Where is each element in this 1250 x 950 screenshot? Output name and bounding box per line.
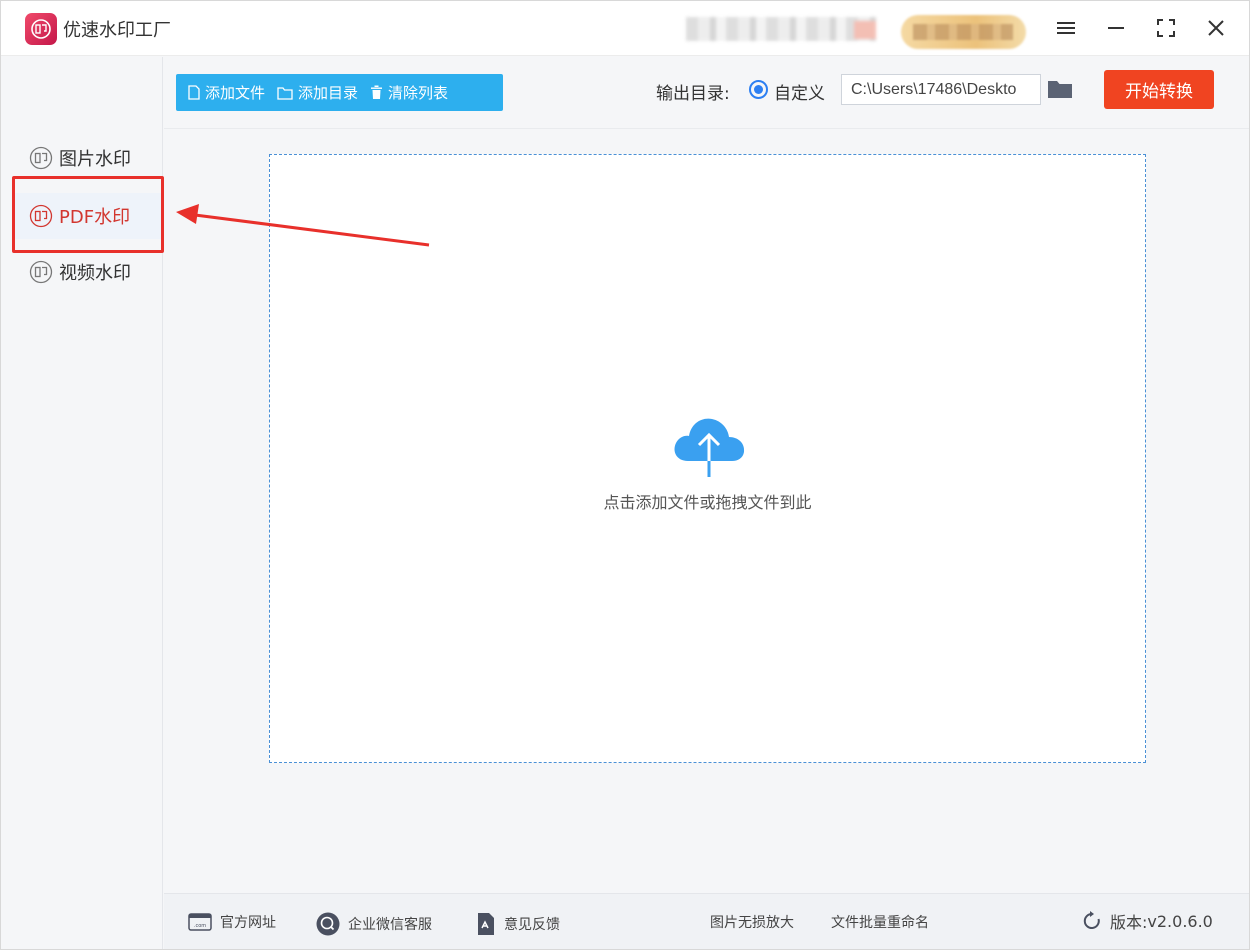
- app-logo-icon: [25, 13, 57, 45]
- lossless-upscale-link[interactable]: 图片无损放大: [710, 912, 794, 932]
- trash-icon: [371, 85, 383, 99]
- clear-list-button[interactable]: 清除列表: [364, 74, 454, 111]
- feedback-icon: [478, 913, 494, 935]
- output-path-input[interactable]: [841, 74, 1041, 105]
- website-icon: .com: [188, 913, 212, 931]
- wechat-service-link[interactable]: 企业微信客服: [316, 912, 432, 936]
- svg-text:.com: .com: [194, 923, 206, 929]
- app-window: 优速水印工厂 图片水印 PDF水印 视频水印 添加文件 添加目录 清除列表 输出…: [0, 0, 1250, 950]
- stamp-icon: [29, 260, 53, 284]
- sidebar: 图片水印 PDF水印 视频水印: [1, 57, 163, 949]
- minimize-icon: [1108, 27, 1124, 29]
- official-website-link[interactable]: .com 官方网址: [188, 912, 276, 932]
- custom-output-radio[interactable]: [749, 80, 768, 99]
- sidebar-item-label: 视频水印: [59, 263, 131, 284]
- file-icon: [188, 85, 200, 100]
- main-content: 点击添加文件或拖拽文件到此: [164, 130, 1249, 893]
- app-title: 优速水印工厂: [63, 20, 171, 41]
- close-icon: [1208, 20, 1224, 36]
- title-bar: 优速水印工厂: [1, 1, 1249, 56]
- vip-badge-button[interactable]: [901, 15, 1026, 49]
- close-button[interactable]: [1201, 13, 1231, 43]
- custom-output-label[interactable]: 自定义: [774, 79, 825, 104]
- feedback-link[interactable]: 意见反馈: [476, 912, 560, 936]
- file-drop-zone[interactable]: 点击添加文件或拖拽文件到此: [269, 154, 1146, 763]
- minimize-button[interactable]: [1101, 13, 1131, 43]
- start-convert-button[interactable]: 开始转换: [1104, 70, 1214, 109]
- folder-outline-icon: [277, 86, 293, 100]
- browse-folder-button[interactable]: [1047, 78, 1075, 102]
- version-info[interactable]: 版本: v2.0.6.0: [1082, 909, 1213, 933]
- fullscreen-icon: [1157, 19, 1175, 37]
- sidebar-item-label: 图片水印: [59, 149, 131, 170]
- sidebar-item-image-watermark[interactable]: 图片水印: [15, 135, 161, 181]
- sidebar-item-video-watermark[interactable]: 视频水印: [15, 249, 161, 295]
- cloud-upload-icon: [674, 418, 745, 477]
- wechat-icon: [316, 912, 340, 936]
- add-file-button[interactable]: 添加文件: [182, 74, 271, 111]
- batch-rename-link[interactable]: 文件批量重命名: [831, 912, 929, 932]
- menu-button[interactable]: [1051, 13, 1081, 43]
- sidebar-item-label: PDF水印: [59, 207, 131, 228]
- sidebar-item-pdf-watermark[interactable]: PDF水印: [15, 193, 161, 239]
- refresh-icon: [1083, 911, 1100, 929]
- maximize-button[interactable]: [1151, 13, 1181, 43]
- output-directory-label: 输出目录:: [656, 84, 730, 104]
- stamp-icon: [29, 146, 53, 170]
- drop-hint-text: 点击添加文件或拖拽文件到此: [603, 493, 812, 512]
- footer-bar: .com 官方网址 企业微信客服 意见反馈 图片无损放大 文件批量重命名 版本:…: [164, 893, 1249, 949]
- user-account-info[interactable]: [686, 17, 876, 41]
- add-folder-button[interactable]: 添加目录: [271, 74, 364, 111]
- file-button-group: 添加文件 添加目录 清除列表: [176, 74, 503, 111]
- hamburger-menu-icon: [1057, 22, 1075, 34]
- version-value: v2.0.6.0: [1147, 911, 1213, 931]
- folder-icon: [1048, 81, 1072, 98]
- toolbar: 添加文件 添加目录 清除列表 输出目录: 自定义 C:\Users\17486\…: [164, 57, 1249, 129]
- version-label: 版本:: [1110, 913, 1148, 932]
- stamp-icon: [29, 204, 53, 228]
